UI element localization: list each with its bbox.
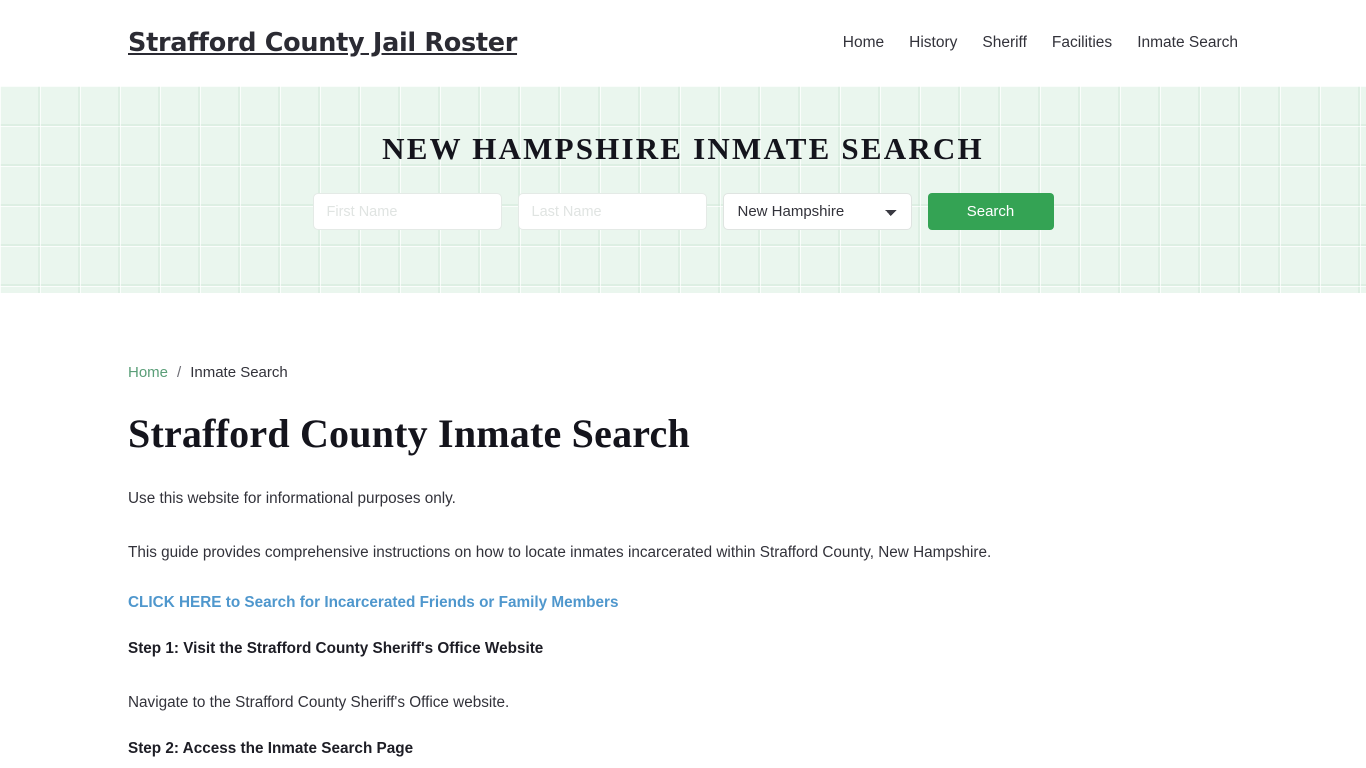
step-1-heading: Step 1: Visit the Strafford County Sheri… bbox=[128, 639, 544, 657]
main-navigation: Home History Sheriff Facilities Inmate S… bbox=[843, 35, 1238, 51]
search-cta-link[interactable]: CLICK HERE to Search for Incarcerated Fr… bbox=[128, 592, 619, 615]
step-1-body: Navigate to the Strafford County Sheriff… bbox=[128, 693, 510, 711]
hero-title: NEW HAMPSHIRE INMATE SEARCH bbox=[382, 131, 984, 166]
nav-item-inmate-search[interactable]: Inmate Search bbox=[1137, 35, 1238, 51]
nav-item-facilities[interactable]: Facilities bbox=[1052, 35, 1112, 51]
first-name-input[interactable] bbox=[312, 193, 502, 230]
nav-item-history[interactable]: History bbox=[909, 35, 957, 51]
page-title: Strafford County Inmate Search bbox=[128, 411, 690, 456]
nav-item-sheriff[interactable]: Sheriff bbox=[982, 35, 1027, 51]
intro-paragraph-2: This guide provides comprehensive instru… bbox=[128, 543, 992, 561]
breadcrumb-current: Inmate Search bbox=[190, 364, 288, 381]
search-button[interactable]: Search bbox=[927, 193, 1054, 230]
inmate-search-form: New Hampshire Search bbox=[312, 193, 1054, 230]
breadcrumb: Home / Inmate Search bbox=[128, 365, 1238, 380]
breadcrumb-separator: / bbox=[177, 364, 182, 381]
step-2-heading: Step 2: Access the Inmate Search Page bbox=[128, 739, 414, 757]
nav-item-home[interactable]: Home bbox=[843, 35, 884, 51]
state-select[interactable]: New Hampshire bbox=[722, 193, 912, 230]
site-header: Strafford County Jail Roster Home Histor… bbox=[0, 0, 1366, 86]
main-content: Home / Inmate Search Strafford County In… bbox=[0, 365, 1366, 768]
breadcrumb-home-link[interactable]: Home bbox=[128, 365, 168, 380]
last-name-input[interactable] bbox=[517, 193, 707, 230]
site-brand[interactable]: Strafford County Jail Roster bbox=[128, 28, 517, 58]
intro-paragraph-1: Use this website for informational purpo… bbox=[128, 490, 456, 507]
hero-search-banner: NEW HAMPSHIRE INMATE SEARCH New Hampshir… bbox=[0, 86, 1366, 293]
